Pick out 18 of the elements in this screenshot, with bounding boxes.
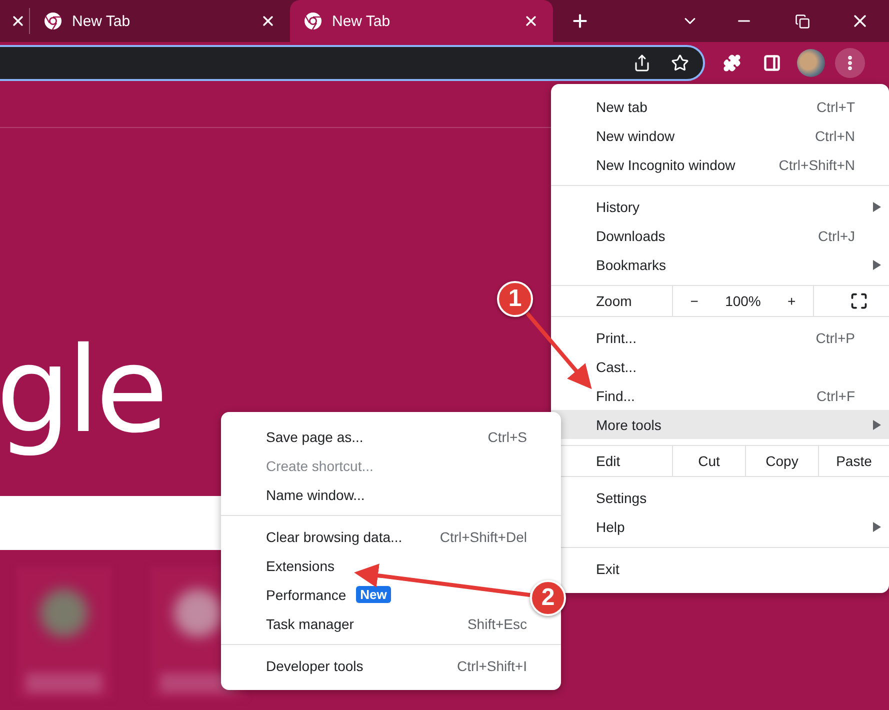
shortcut-text: Ctrl+S xyxy=(488,428,527,444)
zoom-label: Zoom xyxy=(595,292,633,311)
shortcut-text: Ctrl+Shift+I xyxy=(456,658,527,674)
shortcut-text: Ctrl+N xyxy=(814,128,855,144)
shortcut-text: Ctrl+F xyxy=(816,388,855,404)
shortcut-text: Ctrl+Shift+N xyxy=(778,156,855,172)
zoom-level: 100% xyxy=(725,293,761,309)
shortcut-text: Ctrl+P xyxy=(816,330,855,346)
logo-text: gle xyxy=(0,320,164,461)
shortcut-text: Shift+Esc xyxy=(467,616,527,632)
shortcut-text: Ctrl+Shift+Del xyxy=(440,528,527,544)
tab-title: New Tab xyxy=(332,12,392,30)
tab-title: New Tab xyxy=(72,12,132,30)
shortcut-text: Ctrl+T xyxy=(816,98,855,114)
step-number-badge: 1 xyxy=(497,281,533,317)
edit-label: Edit xyxy=(595,452,622,471)
shortcut-text: Ctrl+J xyxy=(818,228,855,244)
new-badge: New xyxy=(356,586,391,603)
